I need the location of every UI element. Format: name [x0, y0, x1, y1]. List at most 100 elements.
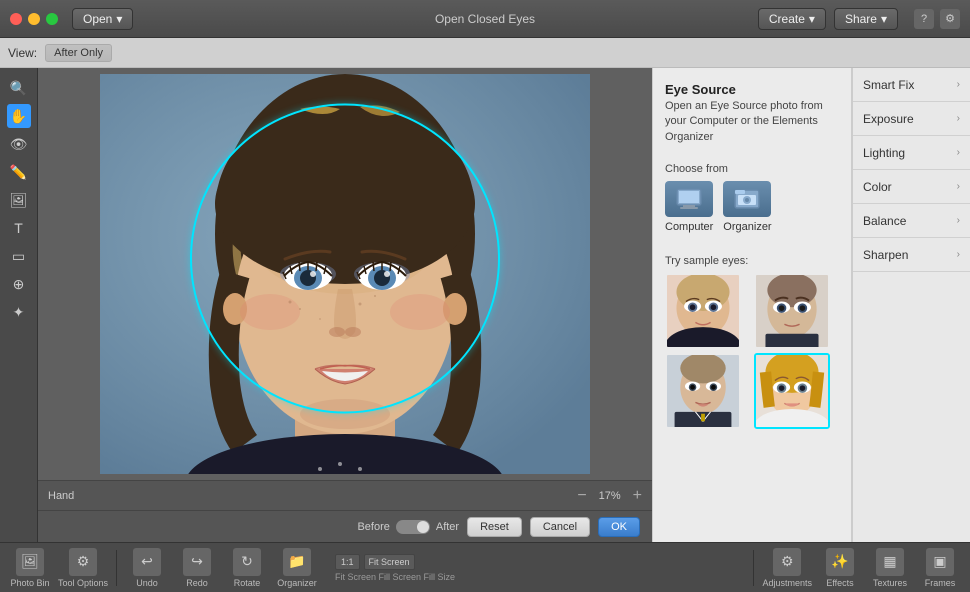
dialog-description: Open an Eye Source photo from your Compu…	[665, 99, 839, 145]
eraser-tool[interactable]: ▭	[7, 244, 31, 268]
canvas-container[interactable]	[38, 68, 652, 480]
left-tools: 🔍 ✋ 👁 ✏️ 🖼 T ▭ ⊕ ✦	[0, 68, 38, 542]
try-sample-label: Try sample eyes:	[665, 255, 839, 267]
window-title: Open Closed Eyes	[435, 12, 535, 26]
bottom-toolbar: 🖼 Photo Bin ⚙ Tool Options ↩ Undo ↪ Redo…	[0, 542, 970, 592]
redo-item[interactable]: ↪ Redo	[175, 548, 219, 588]
lighting-item[interactable]: Lighting ›	[853, 136, 970, 170]
after-only-button[interactable]: After Only	[45, 44, 112, 62]
open-label: Open	[83, 12, 112, 26]
transform-tool[interactable]: ⊕	[7, 272, 31, 296]
organizer-item[interactable]: 📁 Organizer	[275, 548, 319, 588]
undo-item[interactable]: ↩ Undo	[125, 548, 169, 588]
search-icon[interactable]: ?	[914, 9, 934, 29]
smart-fix-item[interactable]: Smart Fix ›	[853, 68, 970, 102]
eye-tool[interactable]: 👁	[7, 132, 31, 156]
bottom-controls: Before After Reset Cancel OK	[38, 510, 652, 542]
open-chevron-icon: ▾	[116, 12, 122, 26]
settings-icon[interactable]: ⚙	[940, 9, 960, 29]
photo-bin-icon: 🖼	[16, 548, 44, 576]
dialog-header: Eye Source Open an Eye Source photo from…	[665, 82, 839, 151]
close-button[interactable]	[10, 13, 22, 25]
hand-tool[interactable]: ✋	[7, 104, 31, 128]
dialog-panel: Eye Source Open an Eye Source photo from…	[652, 68, 852, 542]
move-tool[interactable]: ✦	[7, 300, 31, 324]
effects-label: Effects	[826, 578, 853, 588]
canvas-area: Hand − 17% + Before After Reset Cancel O…	[38, 68, 652, 542]
sample-thumb-1[interactable]	[665, 273, 741, 349]
organizer-bottom-icon: 📁	[283, 548, 311, 576]
photo-bin-label: Photo Bin	[10, 578, 49, 588]
photo-canvas	[100, 74, 590, 474]
balance-arrow-icon: ›	[957, 215, 960, 226]
fit-1to1-button[interactable]: 1:1	[335, 554, 360, 570]
create-button[interactable]: Create ▾	[758, 8, 826, 30]
organizer-icon	[723, 181, 771, 217]
zoom-out-button[interactable]: −	[577, 488, 586, 504]
adjustments-item[interactable]: ⚙ Adjustments	[762, 548, 812, 588]
top-right-icons: ? ⚙	[914, 8, 960, 30]
view-label: View:	[8, 46, 37, 60]
ok-button[interactable]: OK	[598, 517, 640, 537]
stamp-tool[interactable]: 🖼	[7, 188, 31, 212]
photo-bin-item[interactable]: 🖼 Photo Bin	[8, 548, 52, 588]
adjustments-icon: ⚙	[773, 548, 801, 576]
sample-thumb-4[interactable]	[754, 353, 830, 429]
redo-label: Redo	[186, 578, 208, 588]
frames-label: Frames	[925, 578, 956, 588]
create-label: Create	[769, 12, 805, 26]
textures-label: Textures	[873, 578, 907, 588]
textures-item[interactable]: ▦ Textures	[868, 548, 912, 588]
computer-option[interactable]: Computer	[665, 181, 713, 233]
cancel-button[interactable]: Cancel	[530, 517, 590, 537]
dialog-title: Eye Source	[665, 82, 839, 97]
smart-fix-arrow-icon: ›	[957, 79, 960, 90]
exposure-item[interactable]: Exposure ›	[853, 102, 970, 136]
sharpen-arrow-icon: ›	[957, 249, 960, 260]
before-after-toggle: Before After	[357, 520, 459, 534]
right-toolbar: ⚙ Adjustments ✨ Effects ▦ Textures ▣ Fra…	[751, 548, 962, 588]
rotate-item[interactable]: ↻ Rotate	[225, 548, 269, 588]
fit-screen-button[interactable]: Fit Screen	[364, 554, 415, 570]
canvas-status: Hand − 17% +	[38, 480, 652, 510]
choose-from-label: Choose from	[665, 163, 839, 175]
toggle-switch[interactable]	[396, 520, 430, 534]
fit-controls: 1:1 Fit Screen Fit Screen Fill Screen Fi…	[335, 554, 455, 582]
sharpen-item[interactable]: Sharpen ›	[853, 238, 970, 272]
effects-icon: ✨	[826, 548, 854, 576]
text-tool[interactable]: T	[7, 216, 31, 240]
undo-label: Undo	[136, 578, 158, 588]
zoom-tool[interactable]: 🔍	[7, 76, 31, 100]
lighting-label: Lighting	[863, 146, 905, 160]
traffic-lights	[10, 13, 58, 25]
photo-image	[100, 74, 590, 474]
share-button[interactable]: Share ▾	[834, 8, 898, 30]
view-bar: View: After Only	[0, 38, 970, 68]
sample-thumb-2[interactable]	[754, 273, 830, 349]
tool-options-icon: ⚙	[69, 548, 97, 576]
after-label: After	[436, 521, 459, 533]
zoom-controls: − 17% +	[577, 488, 642, 504]
main-layout: 🔍 ✋ 👁 ✏️ 🖼 T ▭ ⊕ ✦	[0, 68, 970, 542]
organizer-label: Organizer	[723, 221, 771, 233]
minimize-button[interactable]	[28, 13, 40, 25]
before-label: Before	[357, 521, 389, 533]
maximize-button[interactable]	[46, 13, 58, 25]
brush-tool[interactable]: ✏️	[7, 160, 31, 184]
organizer-option[interactable]: Organizer	[723, 181, 771, 233]
color-arrow-icon: ›	[957, 181, 960, 192]
zoom-in-button[interactable]: +	[633, 488, 642, 504]
effects-item[interactable]: ✨ Effects	[818, 548, 862, 588]
sample-thumb-3[interactable]	[665, 353, 741, 429]
open-button[interactable]: Open ▾	[72, 8, 133, 30]
toggle-knob	[417, 521, 429, 533]
choose-from-section: Choose from Computer	[665, 163, 839, 243]
adjustments-label: Adjustments	[762, 578, 812, 588]
balance-item[interactable]: Balance ›	[853, 204, 970, 238]
frames-item[interactable]: ▣ Frames	[918, 548, 962, 588]
reset-button[interactable]: Reset	[467, 517, 522, 537]
status-bar-text: Fit Screen Fill Screen Fill Size	[335, 572, 455, 582]
tool-options-label: Tool Options	[58, 578, 108, 588]
color-item[interactable]: Color ›	[853, 170, 970, 204]
tool-options-item[interactable]: ⚙ Tool Options	[58, 548, 108, 588]
